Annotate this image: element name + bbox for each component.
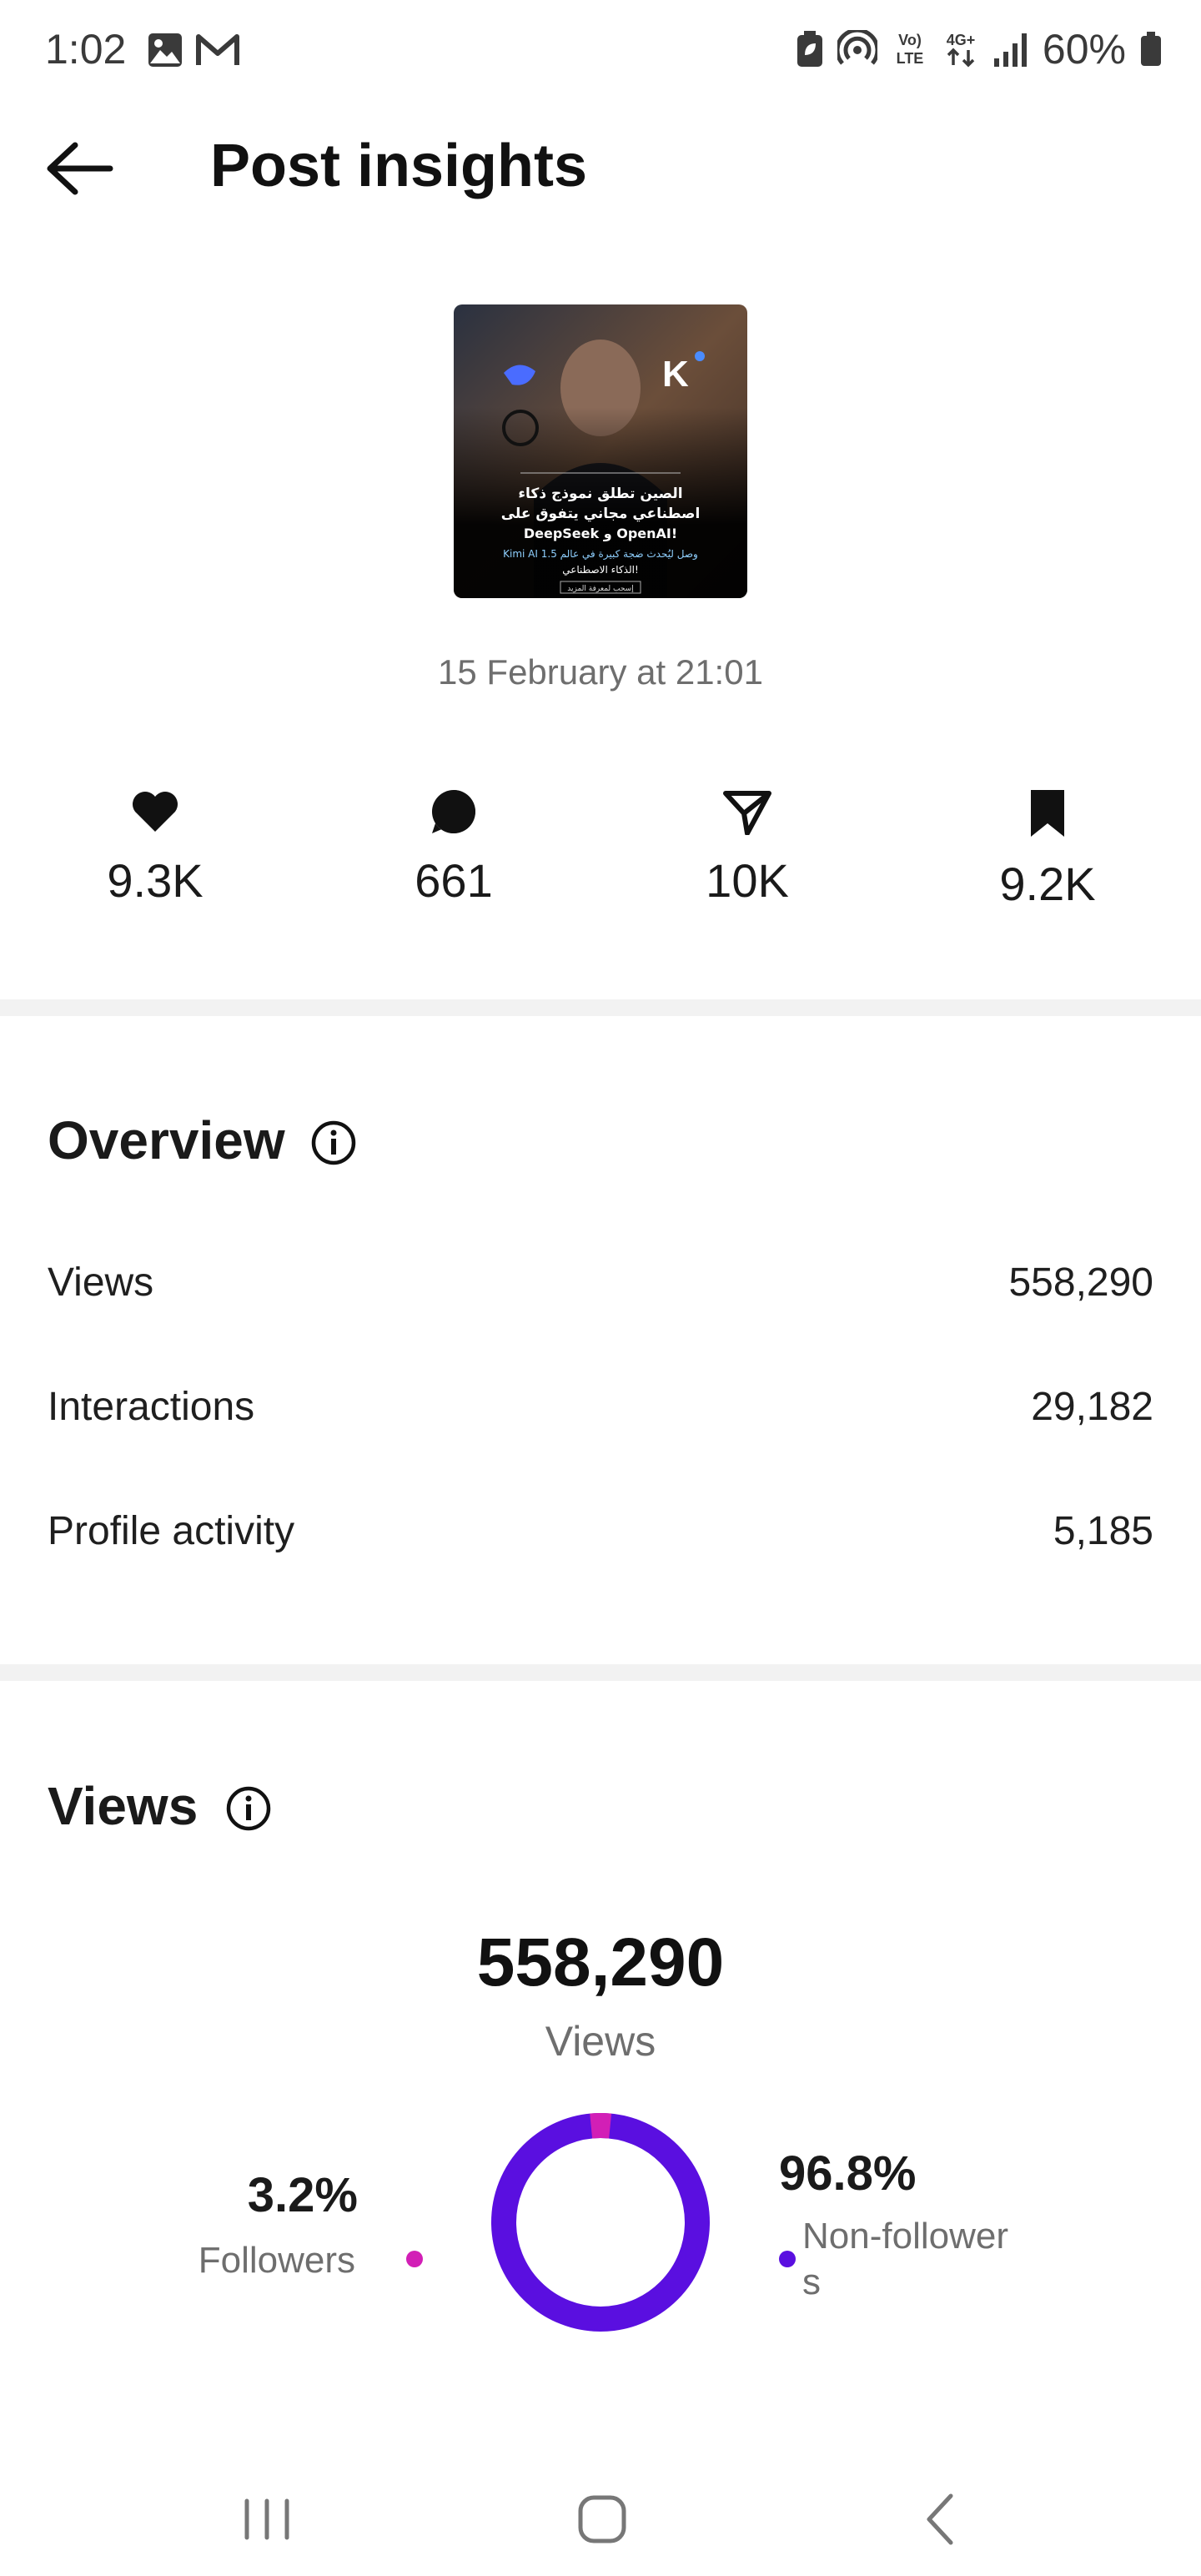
hotspot-icon [837, 30, 877, 65]
overview-row-profile-activity[interactable]: Profile activity 5,185 [48, 1500, 1153, 1567]
views-title: Views [48, 1776, 198, 1836]
home-button[interactable] [560, 2486, 644, 2553]
stat-likes: 9.3K [55, 788, 255, 908]
system-navbar [0, 2461, 1201, 2576]
status-right: Vo) LTE 4G+ 60% [796, 25, 1163, 73]
overview-value: 558,290 [1008, 1260, 1153, 1305]
overview-row-interactions[interactable]: Interactions 29,182 [48, 1376, 1153, 1442]
header: Post insights [0, 117, 1201, 217]
battery-icon [1141, 32, 1161, 66]
status-bar: 1:02 Vo) LTE 4G+ 60% [0, 0, 1201, 105]
battery-percentage: 60% [1042, 26, 1126, 73]
svg-text:Kimi AI 1.5 وصل ليُحدث ضجة كبي: Kimi AI 1.5 وصل ليُحدث ضجة كبيرة في عالم [503, 548, 698, 561]
svg-text:LTE: LTE [897, 50, 924, 67]
svg-text:DeepSeek و OpenAI!: DeepSeek و OpenAI! [524, 526, 677, 541]
bookmark-icon [1031, 790, 1064, 837]
recent-apps-icon [244, 2498, 289, 2540]
section-divider [0, 1664, 1201, 1681]
nonfollowers-percentage: 96.8% [779, 2146, 917, 2201]
nonfollowers-label-wrap: s [802, 2262, 821, 2302]
saves-count: 9.2K [999, 858, 1096, 910]
views-total: 558,290 [476, 1924, 725, 2000]
post-date: 15 February at 21:01 [438, 652, 763, 692]
comments-count: 661 [415, 854, 493, 907]
views-total-label: Views [545, 2018, 656, 2065]
followers-percentage: 3.2% [247, 2168, 358, 2222]
likes-count: 9.3K [107, 854, 204, 907]
recent-apps-button[interactable] [225, 2486, 309, 2553]
followers-label: Followers [198, 2240, 355, 2281]
stat-shares: 10K [647, 788, 847, 908]
svg-text:الذكاء الاصطناعي!: الذكاء الاصطناعي! [562, 564, 639, 576]
nav-back-button[interactable] [899, 2486, 982, 2553]
heart-icon [133, 792, 178, 832]
svg-text:Vo): Vo) [898, 32, 922, 48]
overview-row-views[interactable]: Views 558,290 [48, 1251, 1153, 1318]
page-title: Post insights [210, 133, 588, 199]
svg-text:اصطناعي مجاني يتفوق على: اصطناعي مجاني يتفوق على [501, 506, 701, 522]
info-icon[interactable] [310, 1119, 357, 1166]
arrow-left-icon [47, 142, 113, 195]
stat-comments: 661 [354, 788, 554, 908]
svg-text:K: K [662, 354, 689, 395]
nonfollowers-legend-dot [779, 2251, 796, 2267]
signal-icon [993, 33, 1027, 67]
overview-label: Profile activity [48, 1509, 295, 1553]
battery-saver-icon [796, 31, 822, 67]
overview-value: 5,185 [1053, 1509, 1153, 1553]
4g-icon: 4G+ [947, 32, 976, 68]
volte-icon: Vo) LTE [897, 32, 924, 67]
back-icon [927, 2493, 953, 2545]
send-icon [723, 791, 771, 835]
post-image: K الصين تطلق نموذج ذكاء اصطناعي مجاني يت… [454, 304, 747, 598]
info-icon[interactable] [225, 1785, 272, 1832]
donut-segment-nonfollowers [491, 2113, 710, 2332]
nonfollowers-label: Non-follower [802, 2216, 1008, 2257]
comment-icon [432, 790, 475, 833]
section-divider [0, 999, 1201, 1016]
svg-text:4G+: 4G+ [947, 32, 976, 48]
overview-value: 29,182 [1031, 1385, 1153, 1429]
image-icon [148, 33, 182, 67]
views-donut-chart [491, 2113, 710, 2332]
gmail-icon [196, 34, 239, 65]
overview-label: Views [48, 1260, 154, 1305]
svg-text:الصين تطلق نموذج ذكاء: الصين تطلق نموذج ذكاء [518, 486, 682, 502]
followers-legend-dot [406, 2251, 423, 2267]
home-icon [578, 2495, 626, 2543]
svg-text:إسحب لمعرفة المزيد: إسحب لمعرفة المزيد [567, 585, 633, 593]
status-time: 1:02 [45, 26, 127, 73]
overview-title: Overview [48, 1110, 285, 1170]
shares-count: 10K [706, 854, 789, 907]
back-button[interactable] [42, 135, 117, 202]
overview-label: Interactions [48, 1385, 255, 1429]
post-thumbnail[interactable]: K الصين تطلق نموذج ذكاء اصطناعي مجاني يت… [454, 304, 747, 598]
stat-saves: 9.2K [947, 788, 1148, 911]
